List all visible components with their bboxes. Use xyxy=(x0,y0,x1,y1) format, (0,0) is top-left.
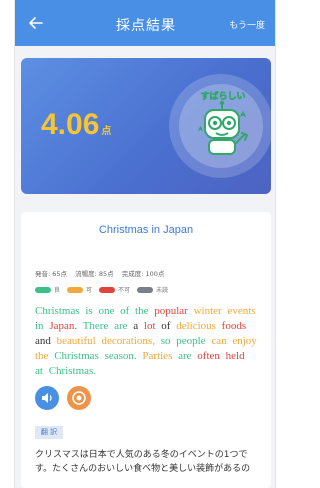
nav-bar: 採点結果 もう一度 xyxy=(15,0,275,46)
passage-word: Christmas. xyxy=(48,365,97,377)
passage-word: delicious xyxy=(176,320,216,332)
translate-button[interactable]: 翻 訳 xyxy=(35,426,63,439)
passage-card: Christmas in Japan 発音: 65点 流暢度: 85点 完成度:… xyxy=(21,212,271,488)
passage-word: held xyxy=(225,350,245,362)
passage-word: people xyxy=(176,335,206,347)
mascot-text: すばらしい xyxy=(200,90,245,102)
passage-title: Christmas in Japan xyxy=(98,224,194,236)
legend-item-unread: 未読 xyxy=(137,285,168,294)
score-display: 4.06 点 xyxy=(41,108,111,142)
passage-word: beautiful xyxy=(56,335,96,347)
passage-word: the xyxy=(135,305,149,317)
legend-item-poor: 不可 xyxy=(99,285,130,294)
speaker-icon xyxy=(42,393,52,403)
passage-word: are xyxy=(178,350,192,362)
legend-swatch-good xyxy=(35,286,51,293)
play-recording-button[interactable] xyxy=(67,386,91,410)
score-unit: 点 xyxy=(101,126,112,137)
pronunciation-score: 発音: 65点 xyxy=(35,270,68,278)
passage-word: season. xyxy=(104,350,137,362)
passage-word: the xyxy=(35,350,49,362)
passage-word: and xyxy=(35,335,51,347)
play-audio-button[interactable] xyxy=(35,386,59,410)
passage-word: of xyxy=(120,305,130,317)
legend-item-good: 良 xyxy=(35,285,60,294)
record-icon xyxy=(72,391,86,405)
passage-word: events xyxy=(227,305,256,317)
passage-text: Christmas is one of the popular winter e… xyxy=(35,304,261,379)
passage-word: are xyxy=(114,320,128,332)
passage-word: popular xyxy=(154,305,188,317)
passage-word: a xyxy=(133,320,139,332)
passage-word: often xyxy=(197,350,220,362)
passage-word: so xyxy=(160,335,171,347)
completeness-score: 完成度: 100点 xyxy=(121,270,165,278)
passage-word: is xyxy=(85,305,93,317)
legend-item-fair: 可 xyxy=(67,285,92,294)
robot-mascot-icon: すばらしい xyxy=(197,90,249,155)
passage-word: in xyxy=(35,320,44,332)
passage-word: Christmas xyxy=(54,350,99,362)
fluency-score: 流暢度: 85点 xyxy=(75,270,114,278)
passage-word: Parties xyxy=(142,350,173,362)
passage-word: lot xyxy=(143,320,156,332)
passage-word: winter xyxy=(193,305,222,317)
passage-word: Japan. xyxy=(49,320,78,332)
score-breakdown: 発音: 65点 流暢度: 85点 完成度: 100点 xyxy=(35,268,170,278)
passage-word: foods xyxy=(221,320,247,332)
retry-button[interactable]: もう一度 xyxy=(229,18,265,31)
passage-word: of xyxy=(161,320,171,332)
translation-text: クリスマスは日本で人気のある冬のイベントの1つです。たくさんのおいしい食べ物と美… xyxy=(35,450,251,474)
passage-word: can xyxy=(211,335,227,347)
legend-swatch-poor xyxy=(99,286,116,293)
score-value: 4.06 xyxy=(41,108,100,141)
passage-word: one xyxy=(98,305,115,317)
color-legend: 良 可 不可 未読 xyxy=(35,285,175,294)
legend-swatch-unread xyxy=(137,286,154,293)
passage-word: There xyxy=(82,320,109,332)
passage-word: enjoy xyxy=(232,335,257,347)
legend-swatch-fair xyxy=(67,286,84,293)
passage-word: Christmas xyxy=(35,305,80,317)
passage-word: decorations, xyxy=(101,335,155,347)
score-panel: 4.06 点 すばらしい xyxy=(21,58,271,194)
app-screen: 採点結果 もう一度 4.06 点 すばらしい Christmas in Japan xyxy=(14,0,276,488)
passage-word: at xyxy=(35,365,43,377)
